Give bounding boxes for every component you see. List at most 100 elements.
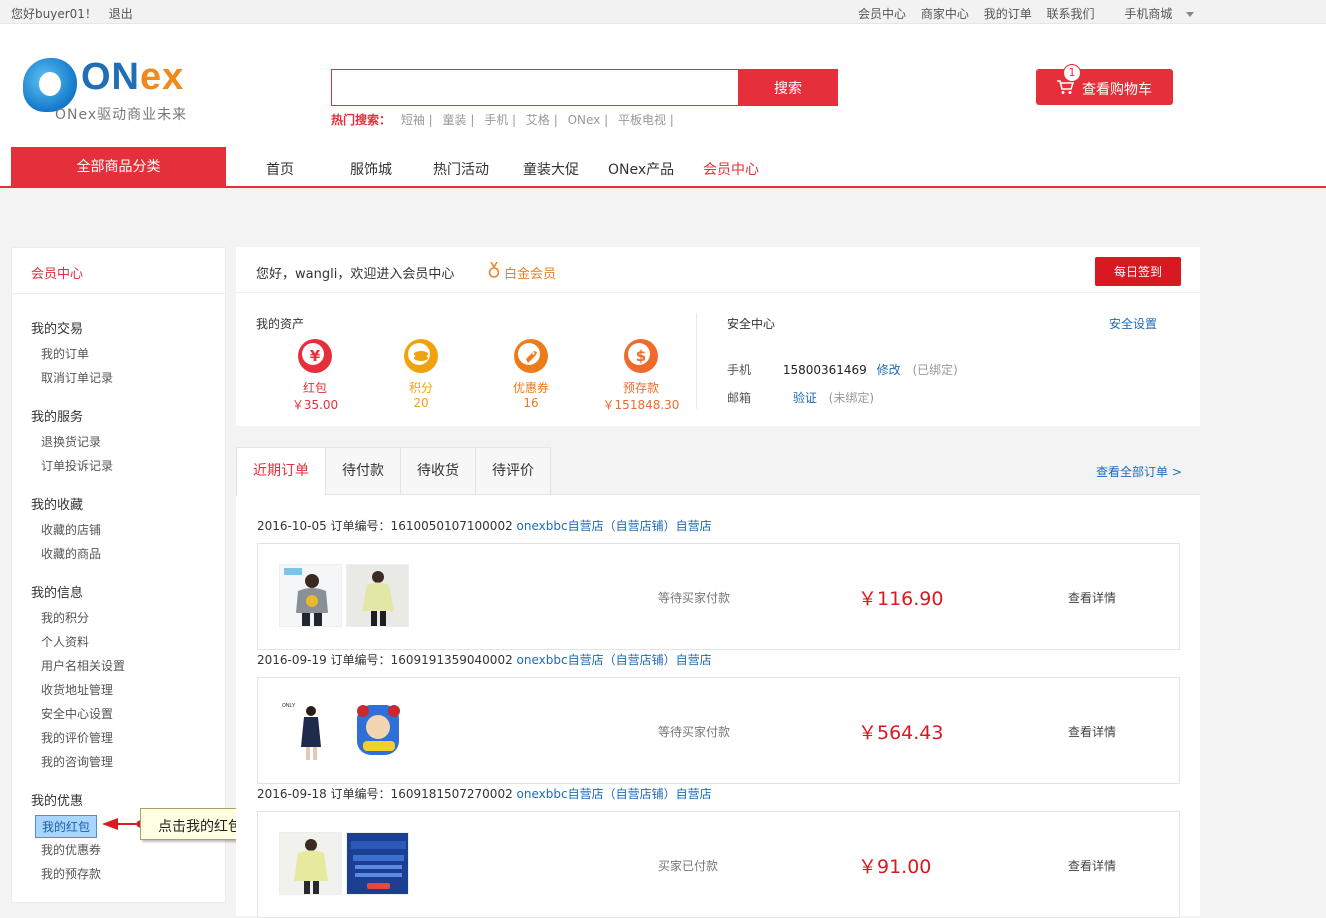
tab-recent-orders[interactable]: 近期订单 <box>236 447 326 496</box>
sidebar-item-red-packets[interactable]: 我的红包 <box>35 815 98 838</box>
sidebar-item-returns[interactable]: 退换货记录 <box>41 433 101 450</box>
mobile-mall-label: 手机商城 <box>1124 7 1173 21</box>
hot-keyword[interactable]: 手机 | <box>484 113 516 127</box>
phone-label: 手机 <box>727 363 752 377</box>
phone-number: 15800361469 <box>782 363 867 377</box>
asset-name: 红包 <box>302 381 327 395</box>
welcome-greeting: 您好，wangli，欢迎进入会员中心 <box>256 267 455 282</box>
asset-points[interactable]: 积分 20 <box>381 339 461 410</box>
asset-deposit[interactable]: $ 预存款 ￥151848.30 <box>601 339 681 413</box>
search-input[interactable] <box>332 70 738 105</box>
top-link-merchant-center[interactable]: 商家中心 <box>921 7 969 21</box>
sidebar-group-label: 我的信息 <box>31 586 84 601</box>
nav-item-hot-events[interactable]: 热门活动 <box>433 159 489 179</box>
nav-item-member-center[interactable]: 会员中心 <box>703 159 759 179</box>
top-link-contact[interactable]: 联系我们 <box>1047 7 1095 21</box>
callout-arrow-icon <box>102 818 142 830</box>
cart-count-badge: 1 <box>1063 64 1081 82</box>
hot-keyword[interactable]: 短袖 | <box>401 113 433 127</box>
tab-pending-receipt[interactable]: 待收货 <box>400 447 476 495</box>
asset-value: ￥151848.30 <box>602 398 680 412</box>
sidebar-item-profile[interactable]: 个人资料 <box>41 633 89 650</box>
hot-keyword[interactable]: 童装 | <box>443 113 475 127</box>
sidebar: 会员中心 我的交易 我的订单 取消订单记录 我的服务 退换货记录 订单投诉记录 … <box>11 247 226 903</box>
order-detail-link[interactable]: 查看详情 <box>1068 723 1116 740</box>
order-row: 等待买家付款 ￥116.90 查看详情 <box>257 543 1180 650</box>
asset-red-packet[interactable]: ¥ 红包 ￥35.00 <box>275 339 355 413</box>
sidebar-group-label: 我的交易 <box>31 322 84 337</box>
sidebar-item-fav-stores[interactable]: 收藏的店铺 <box>41 521 101 538</box>
asset-value: 20 <box>413 396 429 410</box>
sidebar-item-reviews[interactable]: 我的评价管理 <box>41 729 113 746</box>
tab-pending-review[interactable]: 待评价 <box>475 447 551 495</box>
product-thumbnail[interactable] <box>279 832 342 895</box>
security-title: 安全中心 <box>727 317 776 331</box>
order-detail-link[interactable]: 查看详情 <box>1068 589 1116 606</box>
nav-item-onex-products[interactable]: ONex产品 <box>608 159 674 179</box>
sidebar-item-inquiries[interactable]: 我的咨询管理 <box>41 753 113 770</box>
sidebar-item-security-settings[interactable]: 安全中心设置 <box>41 705 113 722</box>
top-link-my-orders[interactable]: 我的订单 <box>984 7 1032 21</box>
orders-panel: 近期订单 待付款 待收货 待评价 查看全部订单 > 2016-10-05 订单编… <box>236 447 1200 918</box>
all-categories-button[interactable]: 全部商品分类 <box>11 147 226 188</box>
mobile-mall-dropdown[interactable]: 手机商城 <box>1124 7 1195 21</box>
medal-icon <box>488 262 500 278</box>
nav-item-kids-sale[interactable]: 童装大促 <box>523 159 579 179</box>
product-thumbnail[interactable] <box>346 564 409 627</box>
nav-item-home[interactable]: 首页 <box>266 159 294 179</box>
sidebar-item-my-points[interactable]: 我的积分 <box>41 609 89 626</box>
asset-value: 16 <box>523 396 539 410</box>
coupon-icon <box>514 339 548 373</box>
logout-link[interactable]: 退出 <box>109 7 133 21</box>
product-thumbnail[interactable] <box>346 832 409 895</box>
email-row: 邮箱 验证 (未绑定) <box>727 389 874 406</box>
order-header: 2016-10-05 订单编号：1610050107100002 onexbbc… <box>257 517 712 534</box>
order-tabs: 近期订单 待付款 待收货 待评价 查看全部订单 > <box>236 447 1200 496</box>
assets-panel: 我的资产 ¥ 红包 ￥35.00 积分 20 优惠券 16 $ 预存款 ￥151… <box>236 293 1200 426</box>
sidebar-title: 会员中心 <box>12 248 225 294</box>
order-date-number: 2016-09-19 订单编号：1609191359040002 <box>257 653 513 667</box>
sidebar-item-username-settings[interactable]: 用户名相关设置 <box>41 657 125 674</box>
email-verify-link[interactable]: 验证 <box>793 391 817 405</box>
order-detail-link[interactable]: 查看详情 <box>1068 857 1116 874</box>
view-all-orders-link[interactable]: 查看全部订单 > <box>1096 463 1182 480</box>
hot-search-label: 热门搜索： <box>331 113 392 127</box>
red-packet-icon: ¥ <box>298 339 332 373</box>
sidebar-group-label: 我的服务 <box>31 410 84 425</box>
view-cart-button[interactable]: 1 查看购物车 <box>1036 64 1173 105</box>
logo[interactable]: ONex ONex驱动商业未来 <box>23 54 223 124</box>
asset-coupon[interactable]: 优惠券 16 <box>491 339 571 410</box>
divider <box>696 313 697 409</box>
security-settings-link[interactable]: 安全设置 <box>1109 315 1157 332</box>
store-link[interactable]: onexbbc自营店（自营店铺）自营店 <box>517 653 712 667</box>
search-button[interactable]: 搜索 <box>738 69 838 106</box>
hot-keyword[interactable]: 艾格 | <box>526 113 558 127</box>
nav-item-apparel[interactable]: 服饰城 <box>350 159 392 179</box>
chevron-down-icon <box>1186 12 1195 17</box>
store-link[interactable]: onexbbc自营店（自营店铺）自营店 <box>517 787 712 801</box>
phone-modify-link[interactable]: 修改 <box>877 363 901 377</box>
product-thumbnail[interactable] <box>279 564 342 627</box>
phone-row: 手机 15800361469 修改 (已绑定) <box>727 361 958 378</box>
sidebar-item-complaints[interactable]: 订单投诉记录 <box>41 457 113 474</box>
top-link-member-center[interactable]: 会员中心 <box>858 7 906 21</box>
sidebar-item-fav-products[interactable]: 收藏的商品 <box>41 545 101 562</box>
sidebar-group-label: 我的优惠 <box>31 794 84 809</box>
email-label: 邮箱 <box>727 391 752 405</box>
order-price: ￥564.43 <box>858 722 944 744</box>
welcome-bar: 您好，wangli，欢迎进入会员中心 白金会员 每日签到 <box>236 247 1200 293</box>
sidebar-item-deposit[interactable]: 我的预存款 <box>41 865 101 882</box>
store-link[interactable]: onexbbc自营店（自营店铺）自营店 <box>517 519 712 533</box>
sidebar-item-my-orders[interactable]: 我的订单 <box>41 345 89 362</box>
hot-keyword[interactable]: ONex | <box>568 113 609 127</box>
daily-checkin-button[interactable]: 每日签到 <box>1095 257 1181 286</box>
tab-pending-payment[interactable]: 待付款 <box>325 447 401 495</box>
sidebar-item-address[interactable]: 收货地址管理 <box>41 681 113 698</box>
sidebar-item-cancelled-orders[interactable]: 取消订单记录 <box>41 369 113 386</box>
assets-title: 我的资产 <box>256 317 305 331</box>
product-thumbnail[interactable] <box>346 698 409 761</box>
product-thumbnail[interactable]: ONLY <box>279 698 342 761</box>
email-status: (未绑定) <box>828 391 875 405</box>
hot-keyword[interactable]: 平板电视 | <box>618 113 674 127</box>
sidebar-item-coupons[interactable]: 我的优惠券 <box>41 841 101 858</box>
